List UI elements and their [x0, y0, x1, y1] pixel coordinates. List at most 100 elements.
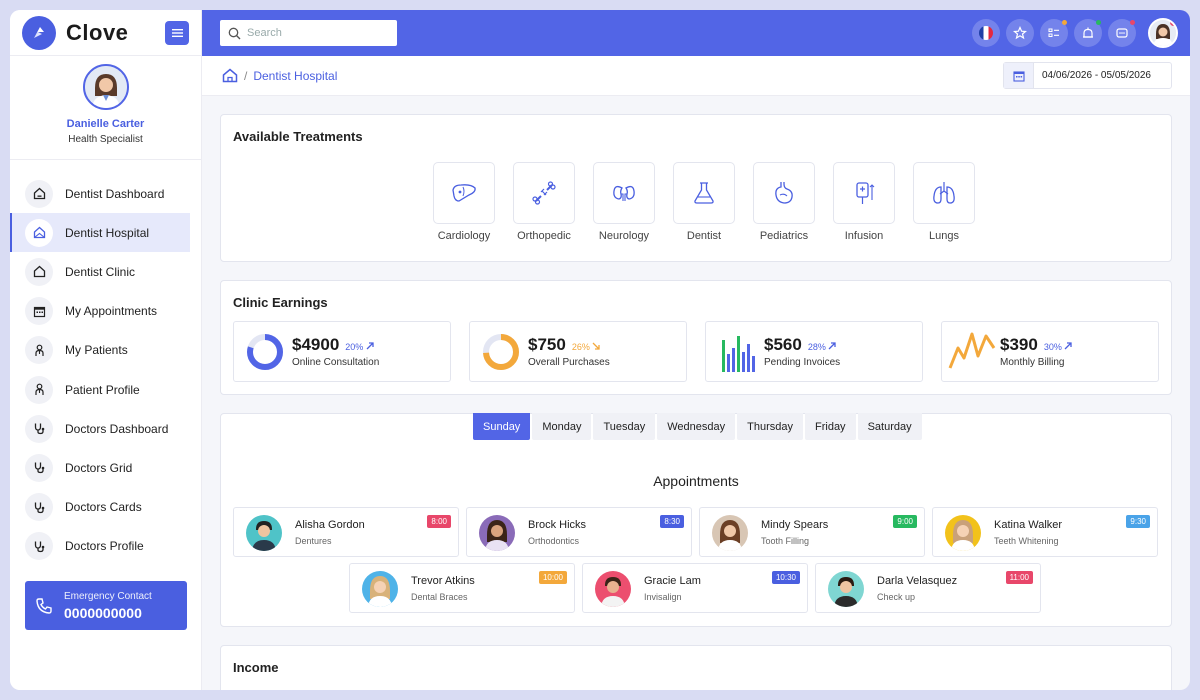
patient-icon [25, 336, 53, 365]
sidebar-item-label: Doctors Dashboard [65, 421, 169, 436]
appointment-card[interactable]: Alisha Gordon Dentures 8:00 [233, 507, 459, 557]
donut-chart-icon [247, 334, 283, 370]
tab-thursday[interactable]: Thursday [737, 413, 803, 440]
user-profile: Danielle Carter Health Specialist [10, 56, 201, 160]
patient-avatar [712, 515, 748, 551]
bell-icon [1083, 27, 1093, 38]
sidebar-item-doctors-cards[interactable]: Doctors Cards [10, 488, 190, 527]
earnings-card: Clinic Earnings $4900 20% Online Consulta… [220, 280, 1172, 395]
donut-chart-icon [483, 334, 519, 370]
tab-sunday[interactable]: Sunday [473, 413, 531, 440]
appointment-card[interactable]: Trevor Atkins Dental Braces 10:00 [349, 563, 575, 613]
patient-name: Darla Velasquez [877, 575, 958, 587]
search-icon [228, 27, 241, 39]
earning-monthly-billing[interactable]: $390 30% Monthly Billing [941, 321, 1159, 382]
favorites-button[interactable] [1006, 19, 1034, 47]
treatment-name: Check up [877, 592, 916, 602]
patient-avatar [945, 515, 981, 551]
profile-role: Health Specialist [68, 134, 143, 145]
emergency-number: 0000000000 [64, 604, 142, 621]
language-button[interactable] [972, 19, 1000, 47]
home-icon [25, 179, 53, 208]
topbar [202, 10, 1190, 56]
sidebar-item-doctors-profile[interactable]: Doctors Profile [10, 527, 190, 566]
flask-icon [673, 162, 735, 224]
sidebar-item-dentist-hospital[interactable]: Dentist Hospital [10, 213, 190, 253]
stethoscope-icon [25, 414, 53, 443]
profile-avatar[interactable] [82, 64, 129, 110]
earning-amount: $560 [764, 335, 802, 354]
tab-monday[interactable]: Monday [532, 413, 592, 440]
sidebar-item-doctors-dashboard[interactable]: Doctors Dashboard [10, 409, 190, 448]
appointments-title: Appointments [653, 473, 739, 489]
hospital-icon [25, 218, 53, 247]
sidebar-item-doctors-grid[interactable]: Doctors Grid [10, 448, 190, 487]
tab-wednesday[interactable]: Wednesday [657, 413, 736, 440]
tab-tuesday[interactable]: Tuesday [593, 413, 656, 440]
treatment-label: Dentist [686, 230, 722, 242]
time-badge: 10:00 [538, 571, 567, 584]
earnings-title: Clinic Earnings [233, 295, 328, 310]
search-box [220, 20, 397, 46]
time-badge: 8:00 [427, 515, 451, 528]
tab-friday[interactable]: Friday [805, 413, 856, 440]
treatment-dentist[interactable]: Dentist [664, 162, 744, 242]
sidebar-item-patient-profile[interactable]: Patient Profile [10, 370, 190, 409]
earning-label: Online Consultation [292, 357, 380, 368]
patient-name: Brock Hicks [528, 519, 587, 531]
stethoscope-icon [25, 532, 53, 561]
home-icon[interactable] [222, 68, 238, 83]
treatments-card: Available Treatments Cardiology Orthoped… [220, 114, 1172, 262]
user-avatar[interactable] [1148, 18, 1178, 48]
treatment-cardiology[interactable]: Cardiology [424, 162, 504, 242]
patient-name: Alisha Gordon [295, 519, 365, 531]
patient-avatar [479, 515, 515, 551]
tab-saturday[interactable]: Saturday [857, 413, 922, 440]
appointment-card[interactable]: Mindy Spears Tooth Filling 9:00 [699, 507, 925, 557]
menu-toggle-button[interactable] [165, 21, 189, 45]
sidebar-item-my-appointments[interactable]: My Appointments [10, 292, 190, 331]
earning-amount: $4900 [292, 335, 340, 354]
sidebar-item-label: My Appointments [65, 304, 158, 319]
tasks-button[interactable] [1040, 19, 1068, 47]
earning-pending-invoices[interactable]: $560 28% Pending Invoices [705, 321, 923, 382]
breadcrumb-bar: / Dentist Hospital 04/06/2026 - 05/05/20… [202, 56, 1190, 96]
stethoscope-icon [25, 493, 53, 522]
checklist-icon [1048, 28, 1059, 37]
patient-avatar [828, 571, 864, 607]
treatment-name: Dental Braces [411, 592, 468, 602]
earnings-list: $4900 20% Online Consultation $750 26% Ove… [233, 321, 1159, 382]
earning-online-consultation[interactable]: $4900 20% Online Consultation [233, 321, 451, 382]
treatment-lungs[interactable]: Lungs [904, 162, 984, 242]
profile-name[interactable]: Danielle Carter [10, 118, 201, 130]
messages-button[interactable] [1108, 19, 1136, 47]
earning-percent: 26% [572, 342, 601, 352]
sidebar-item-label: Doctors Profile [65, 539, 144, 554]
day-tabs: Sunday Monday Tuesday Wednesday Thursday… [473, 413, 924, 440]
appointment-card[interactable]: Darla Velasquez Check up 11:00 [815, 563, 1041, 613]
app-window: Clove Danielle Carter Health Specialist … [10, 10, 1190, 690]
brand-logo-icon[interactable] [22, 15, 56, 50]
treatments-title: Available Treatments [233, 129, 363, 144]
trend-down-icon [592, 342, 601, 350]
brand: Clove [10, 10, 201, 56]
sidebar-item-my-patients[interactable]: My Patients [10, 331, 190, 370]
appointment-card[interactable]: Katina Walker Teeth Whitening 9:30 [932, 507, 1158, 557]
appointment-card[interactable]: Gracie Lam Invisalign 10:30 [582, 563, 808, 613]
notifications-button[interactable] [1074, 19, 1102, 47]
date-range-picker[interactable]: 04/06/2026 - 05/05/2026 [1003, 62, 1172, 89]
appointment-card[interactable]: Brock Hicks Orthodontics 8:30 [466, 507, 692, 557]
treatment-orthopedic[interactable]: Orthopedic [504, 162, 584, 242]
sidebar-item-dentist-dashboard[interactable]: Dentist Dashboard [10, 174, 190, 213]
treatment-pediatrics[interactable]: Pediatrics [744, 162, 824, 242]
emergency-contact-button[interactable]: Emergency Contact 0000000000 [25, 581, 187, 630]
infusion-icon [833, 162, 895, 224]
treatment-infusion[interactable]: Infusion [824, 162, 904, 242]
patient-name: Gracie Lam [644, 575, 701, 587]
treatment-neurology[interactable]: Neurology [584, 162, 664, 242]
search-input[interactable] [247, 27, 387, 39]
earning-overall-purchases[interactable]: $750 26% Overall Purchases [469, 321, 687, 382]
treatment-label: Infusion [844, 230, 884, 242]
calendar-icon [1004, 63, 1034, 88]
sidebar-item-dentist-clinic[interactable]: Dentist Clinic [10, 252, 190, 291]
